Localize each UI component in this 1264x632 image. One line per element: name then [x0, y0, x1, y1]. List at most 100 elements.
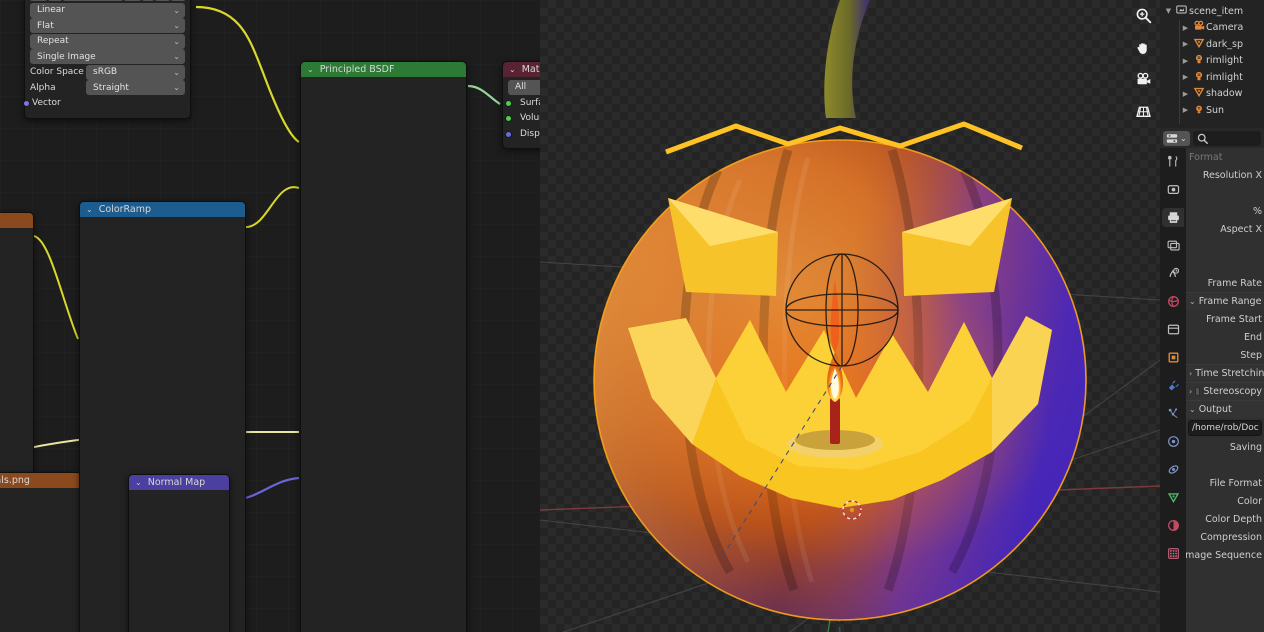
constraints-tab[interactable]: [1162, 460, 1184, 479]
node-header[interactable]: _01_normals.png: [0, 473, 81, 488]
properties-field-row[interactable]: End: [1186, 328, 1264, 346]
data-tab[interactable]: [1162, 488, 1184, 507]
disclosure-triangle-icon[interactable]: ▼: [1163, 7, 1174, 15]
properties-field-row[interactable]: Frame Start: [1186, 310, 1264, 328]
colorspace-row[interactable]: Color Space sRGB ⌄: [30, 64, 185, 80]
properties-field-row[interactable]: Image Sequence: [1186, 546, 1264, 564]
interpolation-dropdown[interactable]: Linear ⌄: [30, 2, 185, 18]
texture-tab[interactable]: [1162, 544, 1184, 563]
disclosure-triangle-icon[interactable]: ▶: [1180, 40, 1191, 48]
node-header[interactable]: [0, 213, 33, 228]
modifier-tab[interactable]: [1162, 376, 1184, 395]
physics-tab[interactable]: [1162, 432, 1184, 451]
properties-section-header[interactable]: ⌄ Frame Range: [1186, 292, 1264, 310]
target-row[interactable]: All: [508, 79, 540, 95]
socket-surface-in[interactable]: [505, 99, 512, 107]
collapse-caret-icon[interactable]: ⌄: [509, 62, 516, 77]
properties-header[interactable]: ⌄: [1160, 128, 1264, 148]
world-tab[interactable]: [1162, 292, 1184, 311]
chevron-down-icon[interactable]: ⌄: [1189, 297, 1196, 306]
properties-section-header[interactable]: ⌄ Output: [1186, 400, 1264, 418]
outliner-row[interactable]: ▶ shadow: [1160, 86, 1264, 103]
source-row[interactable]: Single Image ⌄: [30, 49, 185, 64]
shader-node-editor[interactable]: ⌄ Image Texture Alpha 🖼 ⌄ halloween_pump…: [0, 0, 540, 632]
node-image-texture-normals[interactable]: _01_normals.png Color Alpha umpk... 🛡 ⧉ …: [0, 472, 82, 632]
scene-tab[interactable]: [1162, 264, 1184, 283]
collapse-caret-icon[interactable]: ⌄: [86, 202, 93, 217]
open-folder-icon[interactable]: 🗀: [155, 0, 171, 1]
properties-field-row[interactable]: Color: [1186, 492, 1264, 510]
fake-user-shield-icon[interactable]: 🛡: [123, 0, 141, 1]
properties-editor[interactable]: ⌄ Format Resolution X% Aspect X Frame Rate ⌄…: [1160, 128, 1264, 632]
unlink-close-icon[interactable]: ✕: [171, 0, 185, 1]
disclosure-triangle-icon[interactable]: ▶: [1180, 90, 1191, 98]
node-header[interactable]: ⌄ Mater: [503, 62, 540, 77]
properties-field-row[interactable]: Aspect X: [1186, 220, 1264, 238]
properties-section-header[interactable]: › Stereoscopy: [1186, 382, 1264, 400]
source-dropdown[interactable]: Single Image ⌄: [30, 49, 185, 64]
node-material-output[interactable]: ⌄ Mater All Surface Volume Di: [502, 61, 540, 149]
image-browse-icon[interactable]: 🖼: [30, 0, 48, 1]
properties-section-header[interactable]: Format: [1186, 148, 1264, 166]
properties-tab-strip[interactable]: [1160, 148, 1186, 632]
image-browse-chevron-icon[interactable]: ⌄: [48, 0, 62, 1]
node-principled-bsdf[interactable]: ⌄ Principled BSDF BSDF GGX ⌄ Random Walk…: [300, 61, 467, 632]
properties-field-row[interactable]: Compression: [1186, 528, 1264, 546]
3d-viewport[interactable]: [540, 0, 1160, 632]
hand-pan-icon[interactable]: [1132, 36, 1154, 58]
tool-tab[interactable]: [1162, 152, 1184, 171]
properties-field-row[interactable]: Step: [1186, 346, 1264, 364]
viewport-gizmo-toolbar[interactable]: [1132, 4, 1154, 122]
output-tab[interactable]: [1162, 208, 1184, 227]
disclosure-triangle-icon[interactable]: ▶: [1180, 73, 1191, 81]
properties-field-row[interactable]: %: [1186, 202, 1264, 220]
properties-field-row[interactable]: File Format: [1186, 474, 1264, 492]
disclosure-triangle-icon[interactable]: ▶: [1180, 106, 1191, 114]
outliner-row[interactable]: ▶ dark_sp: [1160, 36, 1264, 53]
properties-field-row[interactable]: Color Depth: [1186, 510, 1264, 528]
node-header[interactable]: ⌄ Principled BSDF: [301, 62, 466, 77]
projection-row[interactable]: Flat ⌄: [30, 18, 185, 33]
properties-field-row[interactable]: Frame Rate: [1186, 274, 1264, 292]
properties-field-row[interactable]: Resolution X: [1186, 166, 1264, 184]
outliner-row[interactable]: ▶ rimlight: [1160, 69, 1264, 86]
outliner-row[interactable]: ▶ rimlight: [1160, 53, 1264, 70]
node-header[interactable]: ⌄ Normal Map: [129, 475, 229, 490]
colorspace-dropdown[interactable]: sRGB ⌄: [86, 64, 185, 80]
image-datablock-row[interactable]: 🖼 ⌄ halloween_pumpk... 🛡 ⧉ 🗀 ✕: [30, 0, 185, 1]
camera-view-icon[interactable]: [1132, 68, 1154, 90]
object-tab[interactable]: [1162, 348, 1184, 367]
chevron-down-icon[interactable]: ⌄: [1189, 405, 1196, 414]
particles-tab[interactable]: [1162, 404, 1184, 423]
socket-displacement-in[interactable]: [505, 130, 512, 138]
node-normal-map[interactable]: ⌄ Normal Map Normal Tangent Space ⌄ •: [128, 474, 230, 632]
outliner[interactable]: ▼ scene_item ▶ Camera ▶ dark_sp ▶ rimlight ▶ riml…: [1160, 0, 1264, 128]
editor-type-button[interactable]: ⌄: [1163, 130, 1190, 146]
extension-row[interactable]: Repeat ⌄: [30, 33, 185, 49]
chevron-right-icon[interactable]: ›: [1189, 387, 1192, 396]
projection-dropdown[interactable]: Flat ⌄: [30, 18, 185, 33]
interpolation-row[interactable]: Linear ⌄: [30, 2, 185, 18]
view-layer-tab[interactable]: [1162, 236, 1184, 255]
outliner-row[interactable]: ▶ Sun: [1160, 102, 1264, 119]
node-header[interactable]: ⌄ ColorRamp: [80, 202, 245, 217]
properties-search-input[interactable]: [1192, 130, 1261, 146]
alpha-mode-dropdown[interactable]: Straight ⌄: [86, 80, 185, 95]
collection-tab[interactable]: [1162, 320, 1184, 339]
properties-field-row[interactable]: Saving: [1186, 438, 1264, 456]
outliner-row[interactable]: ▶ Camera: [1160, 20, 1264, 37]
collapse-caret-icon[interactable]: ⌄: [307, 62, 314, 77]
chevron-right-icon[interactable]: ›: [1189, 369, 1192, 378]
outliner-row[interactable]: ▼ scene_item: [1160, 3, 1264, 20]
material-tab[interactable]: [1162, 516, 1184, 535]
target-dropdown[interactable]: All: [508, 79, 540, 95]
image-name-field[interactable]: halloween_pumpk...: [62, 0, 123, 1]
stereoscopy-checkbox[interactable]: [1195, 387, 1201, 396]
render-tab[interactable]: [1162, 180, 1184, 199]
extension-dropdown[interactable]: Repeat ⌄: [30, 33, 185, 49]
collapse-caret-icon[interactable]: ⌄: [135, 475, 142, 490]
properties-content[interactable]: Format Resolution X% Aspect X Frame Rate ⌄ Fr…: [1186, 148, 1264, 632]
grid-view-icon[interactable]: [1132, 100, 1154, 122]
socket-vector-in[interactable]: [23, 100, 30, 107]
disclosure-triangle-icon[interactable]: ▶: [1180, 24, 1191, 32]
